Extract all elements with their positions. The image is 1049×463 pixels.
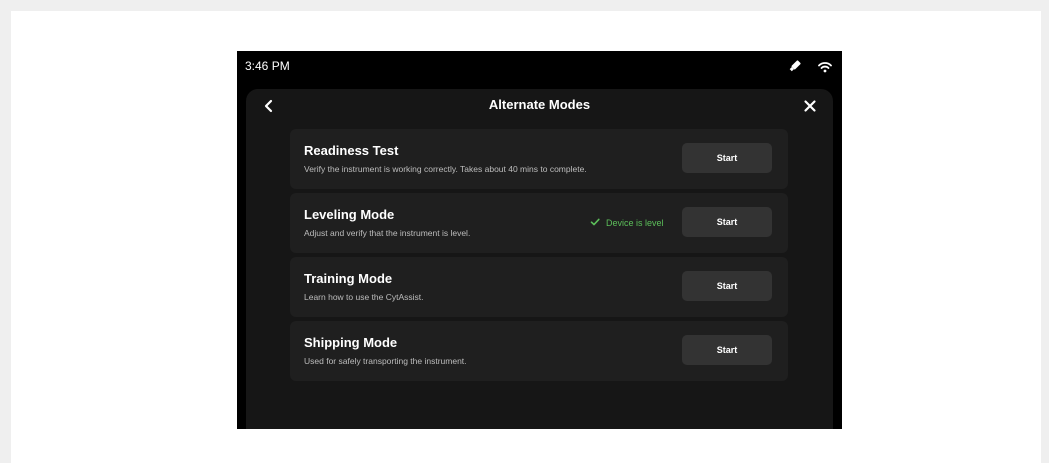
training-mode-start-button[interactable]: Start (682, 271, 772, 301)
leveling-mode-start-button[interactable]: Start (682, 207, 772, 237)
checkmark-icon (590, 217, 600, 229)
mode-card-shipping-mode: Shipping Mode Used for safely transporti… (290, 321, 788, 381)
level-status: Device is level (590, 217, 664, 229)
mode-description: Verify the instrument is working correct… (304, 164, 587, 174)
wifi-icon (818, 60, 832, 78)
shipping-mode-start-button[interactable]: Start (682, 335, 772, 365)
alternate-modes-panel: Alternate Modes Readiness Test Verify th… (246, 89, 833, 429)
mode-card-leveling-mode: Leveling Mode Adjust and verify that the… (290, 193, 788, 253)
level-status-text: Device is level (606, 218, 664, 228)
page-title: Alternate Modes (488, 97, 591, 112)
mode-description: Adjust and verify that the instrument is… (304, 228, 471, 238)
mode-card-readiness-test: Readiness Test Verify the instrument is … (290, 129, 788, 189)
mode-title: Shipping Mode (304, 335, 398, 350)
mode-title: Readiness Test (304, 143, 399, 158)
mode-description: Learn how to use the CytAssist. (304, 292, 424, 302)
panel-header: Alternate Modes (246, 89, 833, 121)
mode-title: Training Mode (304, 271, 393, 286)
mode-card-training-mode: Training Mode Learn how to use the CytAs… (290, 257, 788, 317)
usb-drive-icon (788, 59, 802, 78)
readiness-test-start-button[interactable]: Start (682, 143, 772, 173)
mode-title: Leveling Mode (304, 207, 395, 222)
status-icons (788, 59, 832, 78)
close-icon[interactable] (801, 97, 819, 115)
mode-description: Used for safely transporting the instrum… (304, 356, 467, 366)
status-bar: 3:46 PM (237, 51, 842, 87)
status-time: 3:46 PM (245, 59, 290, 73)
screenshot-frame: 3:46 PM Alternate Modes Readiness Test V… (11, 11, 1041, 463)
device-screen: 3:46 PM Alternate Modes Readiness Test V… (237, 51, 842, 429)
